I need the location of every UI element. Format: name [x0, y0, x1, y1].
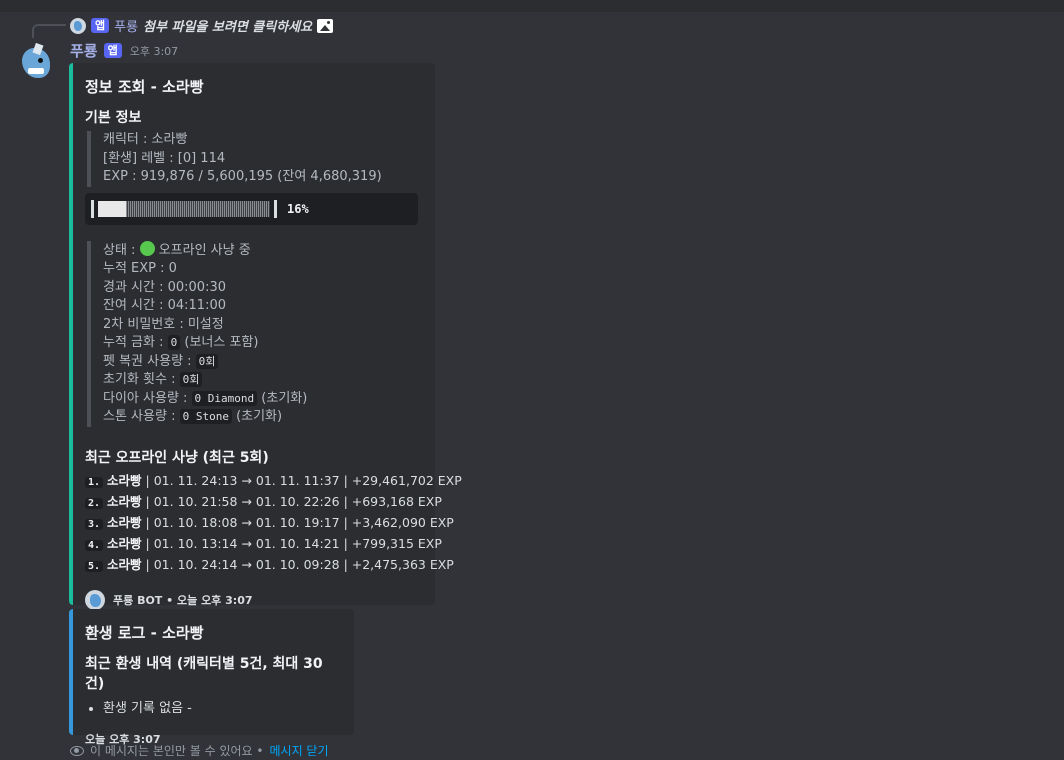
- level-line: [환생] 레벨 : [0] 114: [103, 150, 226, 166]
- basic-info-title: 기본 정보: [85, 110, 142, 126]
- total-exp-line: 누적 EXP : 0: [103, 261, 177, 276]
- gold-line: 누적 금화 : 0 (보너스 포함): [103, 335, 259, 350]
- exp-progress-label: 16%: [287, 201, 309, 216]
- pet-ticket-line: 펫 복권 사용량 : 0회: [103, 353, 421, 372]
- list-item: 1. 소라빵 | 01. 11. 24:13 → 01. 11. 11:37 | …: [85, 471, 462, 492]
- image-icon[interactable]: [317, 18, 334, 33]
- embed-footer-text: 푸룡 BOT • 오늘 오후 3:07: [113, 593, 253, 607]
- green-circle-icon: [139, 240, 155, 256]
- exp-progress-bar: [91, 199, 277, 218]
- recent-hunts-list: 1. 소라빵 | 01. 11. 24:13 → 01. 11. 11:37 | …: [85, 471, 462, 576]
- exp-progress-fill: [98, 200, 126, 217]
- reset-count-line: 초기화 횟수 : 0회: [103, 371, 421, 390]
- second-password-line: 2차 비밀번호 : 미설정: [103, 316, 224, 332]
- ephemeral-notice: 이 메시지는 본인만 볼 수 있어요 • 메시지 닫기: [70, 742, 329, 759]
- reply-username[interactable]: 푸룡: [114, 16, 138, 35]
- message-header: 푸룡 앱 오후 3:07: [70, 40, 178, 61]
- diamond-line: 다이아 사용량 : 0 Diamond (초기화): [103, 390, 308, 406]
- list-item: 환생 기록 없음 -: [103, 699, 340, 719]
- exp-progress-block: 16%: [85, 192, 418, 225]
- eye-icon: [70, 745, 84, 756]
- bot-footer-icon: [85, 589, 105, 610]
- rebirth-list: 환생 기록 없음 -: [85, 699, 340, 719]
- list-item: 3. 소라빵 | 01. 10. 18:08 → 01. 10. 19:17 | …: [85, 513, 454, 534]
- top-bar: [0, 0, 1064, 12]
- reply-reference[interactable]: 앱 푸룡 첨부 파일을 보려면 클릭하세요: [70, 16, 334, 35]
- embed-footer: 푸룡 BOT • 오늘 오후 3:07: [85, 589, 421, 610]
- reply-connector: [32, 24, 66, 38]
- username[interactable]: 푸룡: [70, 40, 98, 61]
- embed-title: 환생 로그 - 소라빵: [85, 624, 204, 642]
- list-item: 4. 소라빵 | 01. 10. 13:14 → 01. 10. 14:21 | …: [85, 534, 442, 555]
- app-badge: 앱: [103, 43, 122, 58]
- exp-line: EXP : 919,876 / 5,600,195 (잔여 4,680,319): [103, 169, 382, 184]
- status-quote: 상태 : 오프라인 사냥 중 누적 EXP : 0 경과 시간 : 00:00:…: [87, 240, 421, 427]
- list-item: 5. 소라빵 | 01. 10. 24:14 → 01. 10. 09:28 | …: [85, 555, 454, 576]
- dismiss-message-link[interactable]: 메시지 닫기: [270, 742, 329, 759]
- reply-app-badge: 앱: [91, 18, 110, 33]
- elapsed-time-line: 경과 시간 : 00:00:30: [103, 279, 227, 295]
- basic-info-quote: 캐릭터 : 소라빵 [환생] 레벨 : [0] 114 EXP : 919,87…: [87, 131, 421, 187]
- reply-avatar-icon: [70, 17, 86, 34]
- rebirth-log-embed: 환생 로그 - 소라빵 최근 환생 내역 (캐릭터별 5건, 최대 30건) 환…: [69, 609, 354, 746]
- info-embed: 정보 조회 - 소라빵 기본 정보 캐릭터 : 소라빵 [환생] 레벨 : [0…: [69, 63, 462, 610]
- message-timestamp: 오후 3:07: [129, 44, 179, 58]
- list-item: 2. 소라빵 | 01. 10. 21:58 → 01. 10. 22:26 | …: [85, 492, 442, 513]
- ephemeral-text: 이 메시지는 본인만 볼 수 있어요 •: [90, 744, 264, 758]
- rebirth-field-title: 최근 환생 내역 (캐릭터별 5건, 최대 30건): [85, 656, 323, 692]
- character-line: 캐릭터 : 소라빵: [103, 132, 188, 147]
- stone-line: 스톤 사용량 : 0 Stone (초기화): [103, 409, 283, 424]
- embed-title: 정보 조회 - 소라빵: [85, 78, 204, 96]
- reply-attachment-text[interactable]: 첨부 파일을 보려면 클릭하세요: [143, 16, 312, 35]
- recent-hunts-title: 최근 오프라인 사냥 (최근 5회): [85, 449, 269, 466]
- status-line: 상태 : 오프라인 사냥 중: [103, 240, 251, 258]
- remaining-time-line: 잔여 시간 : 04:11:00: [103, 298, 227, 313]
- bot-avatar[interactable]: [16, 42, 56, 82]
